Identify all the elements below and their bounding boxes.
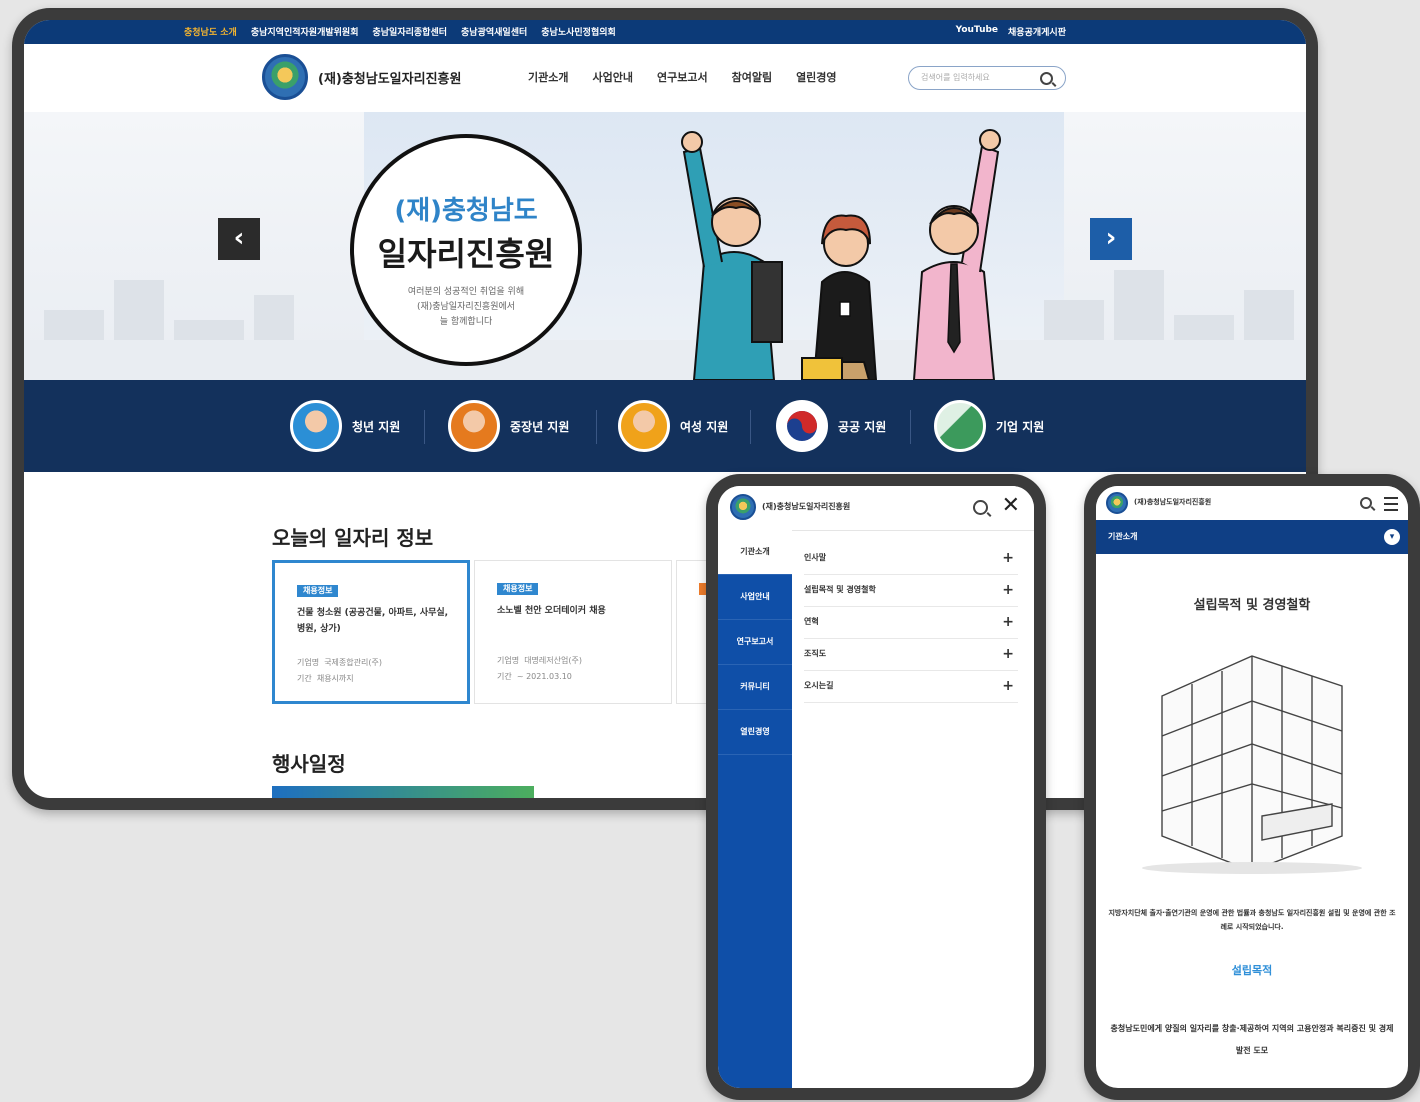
job-card[interactable]: 채용정보 건물 청소원 (공공건물, 아파트, 사무실, 병원, 상가) 기업명… bbox=[272, 560, 470, 704]
mobile-side-menu: 기관소개 사업안내 연구보고서 커뮤니티 열린경영 bbox=[718, 530, 792, 1088]
plus-icon: + bbox=[1002, 582, 1014, 598]
submenu-item[interactable]: 설립목적 및 경영철학 + bbox=[804, 574, 1018, 607]
search-input[interactable]: 검색어를 입력하세요 bbox=[921, 72, 990, 83]
support-youth[interactable]: 청년 지원 bbox=[290, 400, 400, 452]
side-item-business[interactable]: 사업안내 bbox=[718, 575, 792, 620]
today-jobs-title: 오늘의 일자리 정보 bbox=[272, 526, 434, 550]
side-item-reports[interactable]: 연구보고서 bbox=[718, 620, 792, 665]
women-avatar-icon bbox=[618, 400, 670, 452]
youtube-link[interactable]: YouTube bbox=[956, 25, 998, 38]
search-box[interactable]: 검색어를 입력하세요 bbox=[908, 66, 1066, 90]
youth-avatar-icon bbox=[290, 400, 342, 452]
org-logo[interactable] bbox=[262, 54, 308, 100]
org-name[interactable]: (재)충청남도일자리진흥원 bbox=[318, 68, 461, 87]
topbar-link[interactable]: 충남광역새일센터 bbox=[461, 25, 527, 38]
job-tag: 채용정보 bbox=[497, 583, 539, 595]
section-dropdown-bar[interactable]: 기관소개 ▾ bbox=[1096, 520, 1408, 554]
submenu-item[interactable]: 오시는길 + bbox=[804, 670, 1018, 703]
org-name[interactable]: (재)충청남도일자리진흥원 bbox=[1134, 497, 1211, 507]
nav-item-participation[interactable]: 참여알림 bbox=[732, 69, 772, 85]
side-item-community[interactable]: 커뮤니티 bbox=[718, 665, 792, 710]
plus-icon: + bbox=[1002, 646, 1014, 662]
page-title: 설립목적 및 경영철학 bbox=[1193, 598, 1311, 613]
support-public[interactable]: 공공 지원 bbox=[776, 400, 886, 452]
divider bbox=[596, 410, 597, 444]
support-women[interactable]: 여성 지원 bbox=[618, 400, 728, 452]
job-tag: 채용정보 bbox=[297, 585, 339, 597]
org-logo[interactable] bbox=[1106, 492, 1128, 514]
topbar-link[interactable]: 충남일자리종합센터 bbox=[372, 25, 447, 38]
mobile-header: (재)충청남도일자리진흥원 bbox=[1096, 486, 1408, 520]
main-nav: 기관소개 사업안내 연구보고서 참여알림 열린경영 bbox=[528, 69, 837, 85]
nav-item-business[interactable]: 사업안내 bbox=[592, 69, 632, 85]
section-subtitle: 설립목적 bbox=[1231, 964, 1273, 977]
hero-caption: 여러분의 성공적인 취업을 위해 (재)충남일자리진흥원에서 늘 함께합니다 bbox=[407, 287, 525, 327]
search-icon[interactable] bbox=[973, 500, 988, 515]
support-company[interactable]: 기업 지원 bbox=[934, 400, 1044, 452]
phone-menu-device-frame: (재)충청남도일자리진흥원 ✕ 기관소개 사업안내 연구보고서 커뮤니티 열린경… bbox=[706, 474, 1046, 1100]
job-meta: 기업명 국제종합관리(주) 기간 채용시까지 bbox=[297, 658, 382, 683]
topbar-link[interactable]: 충남노사민정협의회 bbox=[541, 25, 616, 38]
submenu-item[interactable]: 조직도 + bbox=[804, 638, 1018, 671]
event-thumbnail[interactable] bbox=[272, 786, 534, 798]
submenu-item[interactable]: 인사말 + bbox=[804, 542, 1018, 575]
divider bbox=[750, 410, 751, 444]
hero-title-line2: 일자리진흥원 bbox=[377, 235, 555, 273]
nav-item-about[interactable]: 기관소개 bbox=[528, 69, 568, 85]
divider bbox=[424, 410, 425, 444]
topbar-link[interactable]: 충청남도 소개 bbox=[184, 25, 237, 38]
job-card[interactable]: 채용정보 소노벨 천안 오더테이커 채용 기업명 대명레저산업(주) 기간 ~ … bbox=[474, 560, 672, 704]
section-label: 기관소개 bbox=[1108, 532, 1138, 541]
job-title: 소노벨 천안 오더테이커 채용 bbox=[497, 606, 606, 616]
hero-title-badge: (재)충청남도 일자리진흥원 여러분의 성공적인 취업을 위해 (재)충남일자리… bbox=[350, 134, 582, 366]
search-icon[interactable] bbox=[1040, 72, 1053, 85]
job-title: 건물 청소원 (공공건물, 아파트, 사무실, 병원, 상가) bbox=[297, 608, 449, 634]
company-building-icon bbox=[934, 400, 986, 452]
mobile-header: (재)충청남도일자리진흥원 ✕ bbox=[718, 486, 1034, 531]
nav-item-management[interactable]: 열린경영 bbox=[796, 69, 836, 85]
org-logo[interactable] bbox=[730, 494, 756, 520]
plus-icon: + bbox=[1002, 614, 1014, 630]
phone-page-device-frame: (재)충청남도일자리진흥원 기관소개 ▾ 설립목적 및 경영철학 지방자치단체 … bbox=[1084, 474, 1420, 1100]
submenu-item[interactable]: 연혁 + bbox=[804, 606, 1018, 639]
nav-item-reports[interactable]: 연구보고서 bbox=[657, 69, 708, 85]
events-title: 행사일정 bbox=[272, 752, 346, 776]
hero-prev-button[interactable]: ‹ bbox=[218, 218, 260, 260]
cheering-people-illustration bbox=[681, 129, 1001, 380]
recruit-board-link[interactable]: 채용공개게시판 bbox=[1008, 25, 1066, 38]
support-categories: 청년 지원 중장년 지원 여성 지원 공공 지원 기업 지원 bbox=[24, 380, 1306, 472]
hero-banner: ‹ › (재)충청남도 일자리진흥원 여러분의 성공적인 취업을 위해 (재)충… bbox=[24, 112, 1306, 380]
top-utility-bar: 충청남도 소개 충남지역인적자원개발위원회 충남일자리종합센터 충남광역새일센터… bbox=[24, 20, 1306, 44]
phone-menu-screen: (재)충청남도일자리진흥원 ✕ 기관소개 사업안내 연구보고서 커뮤니티 열린경… bbox=[718, 486, 1034, 1088]
job-meta: 기업명 대명레저산업(주) 기간 ~ 2021.03.10 bbox=[497, 656, 582, 681]
hero-title-line1: (재)충청남도 bbox=[394, 196, 538, 226]
middle-aged-avatar-icon bbox=[448, 400, 500, 452]
side-item-management[interactable]: 열린경영 bbox=[718, 710, 792, 755]
close-icon[interactable]: ✕ bbox=[1002, 493, 1020, 518]
divider bbox=[910, 410, 911, 444]
topbar-link[interactable]: 충남지역인적자원개발위원회 bbox=[251, 25, 359, 38]
building-illustration bbox=[1142, 655, 1362, 874]
taegeuk-emblem-icon bbox=[776, 400, 828, 452]
page-description: 지방자치단체 출자·출연기관의 운영에 관한 법률과 충청남도 일자리진흥원 설… bbox=[1108, 909, 1396, 931]
org-name[interactable]: (재)충청남도일자리진흥원 bbox=[762, 501, 850, 512]
hero-next-button[interactable]: › bbox=[1090, 218, 1132, 260]
section-description: 충청남도민에게 양질의 일자리를 창출·제공하여 지역의 고용안정과 복리증진 … bbox=[1110, 1024, 1394, 1055]
side-item-about[interactable]: 기관소개 bbox=[718, 530, 792, 575]
plus-icon: + bbox=[1002, 678, 1014, 694]
search-icon[interactable] bbox=[1360, 497, 1372, 509]
chevron-down-icon[interactable]: ▾ bbox=[1384, 529, 1400, 545]
phone-page-screen: (재)충청남도일자리진흥원 기관소개 ▾ 설립목적 및 경영철학 지방자치단체 … bbox=[1096, 486, 1408, 1088]
plus-icon: + bbox=[1002, 550, 1014, 566]
support-middle-aged[interactable]: 중장년 지원 bbox=[448, 400, 569, 452]
hamburger-menu-icon[interactable] bbox=[1384, 497, 1398, 511]
